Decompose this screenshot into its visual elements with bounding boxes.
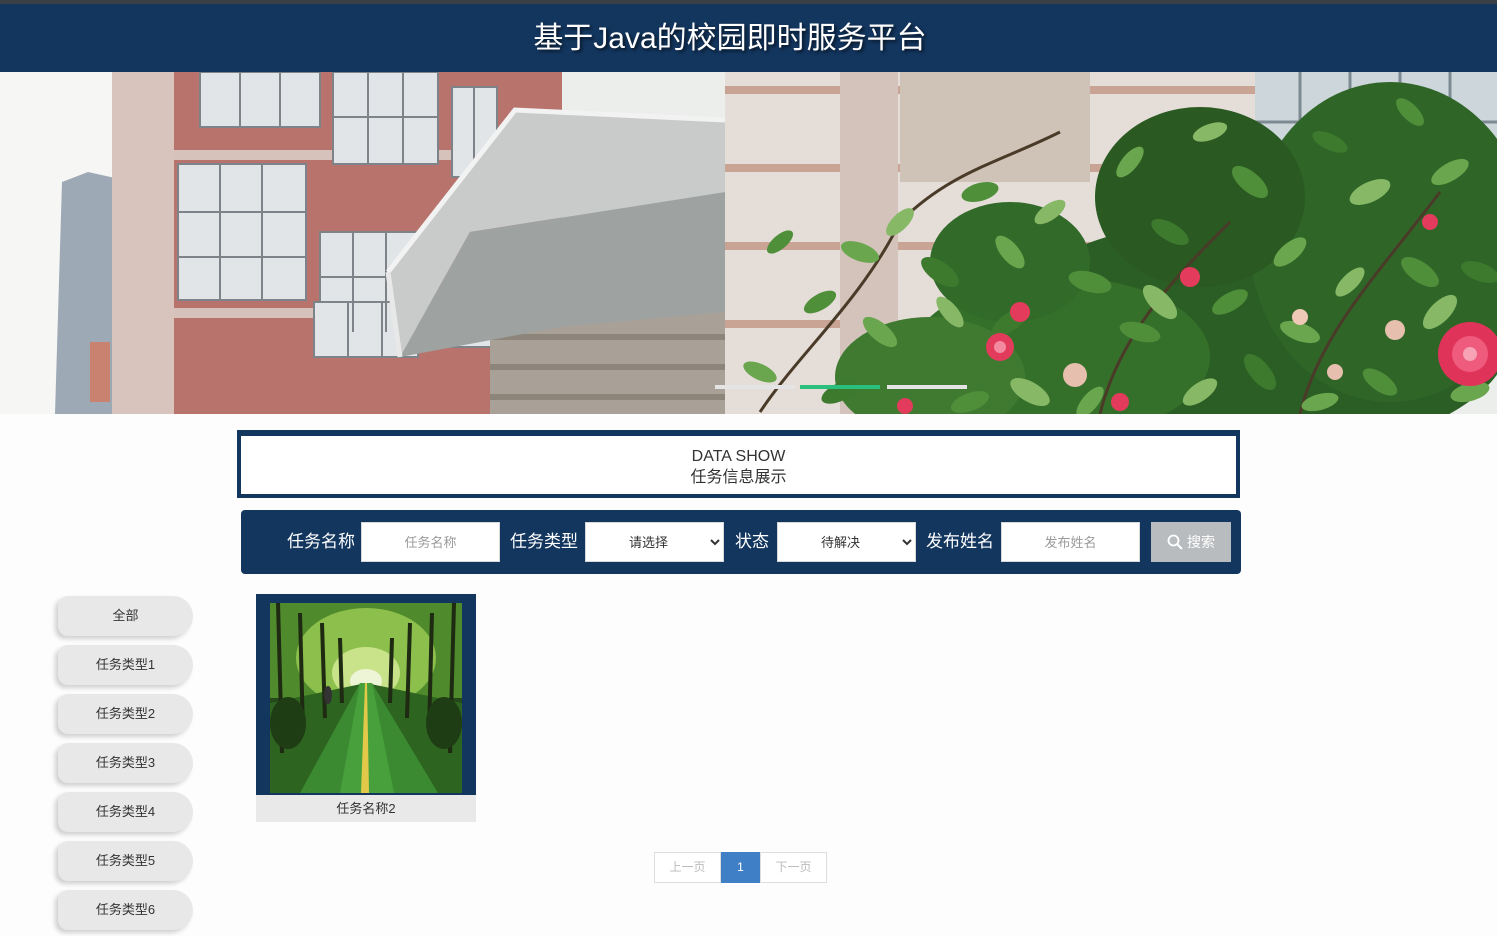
search-icon <box>1167 534 1183 550</box>
carousel-indicator-1[interactable] <box>715 385 795 389</box>
category-type-6[interactable]: 任务类型6 <box>58 890 193 930</box>
current-page-button[interactable]: 1 <box>721 852 760 883</box>
task-name-input[interactable] <box>361 522 500 562</box>
header-bar: 基于Java的校园即时服务平台 <box>0 0 1497 72</box>
prev-page-button[interactable]: 上一页 <box>654 852 721 883</box>
search-button[interactable]: 搜索 <box>1151 522 1231 562</box>
left-tower <box>55 172 115 414</box>
category-all[interactable]: 全部 <box>58 596 193 636</box>
next-page-button[interactable]: 下一页 <box>760 852 827 883</box>
category-type-1[interactable]: 任务类型1 <box>58 645 193 685</box>
status-label: 状态 <box>735 532 769 551</box>
section-title-en: DATA SHOW <box>691 448 786 465</box>
publisher-name-input[interactable] <box>1001 522 1140 562</box>
banner-image <box>0 72 1497 414</box>
task-name-label: 任务名称 <box>287 532 355 551</box>
carousel-indicator-3[interactable] <box>887 385 967 389</box>
task-type-label: 任务类型 <box>510 532 578 551</box>
category-type-3[interactable]: 任务类型3 <box>58 743 193 783</box>
task-type-select[interactable]: 请选择 <box>585 522 724 562</box>
task-card-frame <box>256 594 476 795</box>
pagination: 上一页 1 下一页 <box>654 852 827 883</box>
carousel-indicator-2[interactable] <box>800 385 880 389</box>
section-title-cn: 任务信息展示 <box>690 469 787 486</box>
search-button-label: 搜索 <box>1187 534 1215 550</box>
status-select[interactable]: 待解决 <box>777 522 916 562</box>
banner-carousel <box>0 72 1497 414</box>
page: 基于Java的校园即时服务平台 DATA SHOW 任务信息展示 任务名称 任务… <box>0 0 1497 936</box>
category-type-2[interactable]: 任务类型2 <box>58 694 193 734</box>
publisher-name-label: 发布姓名 <box>926 532 994 551</box>
category-type-5[interactable]: 任务类型5 <box>58 841 193 881</box>
category-type-4[interactable]: 任务类型4 <box>58 792 193 832</box>
section-heading-box: DATA SHOW 任务信息展示 <box>237 430 1240 498</box>
task-card[interactable]: 任务名称2 <box>256 594 476 822</box>
task-thumbnail[interactable] <box>270 603 462 793</box>
site-title: 基于Java的校园即时服务平台 <box>533 22 927 55</box>
search-bar: 任务名称 任务类型 请选择 状态 待解决 发布姓名 搜索 <box>241 510 1241 574</box>
task-card-title: 任务名称2 <box>256 795 476 822</box>
